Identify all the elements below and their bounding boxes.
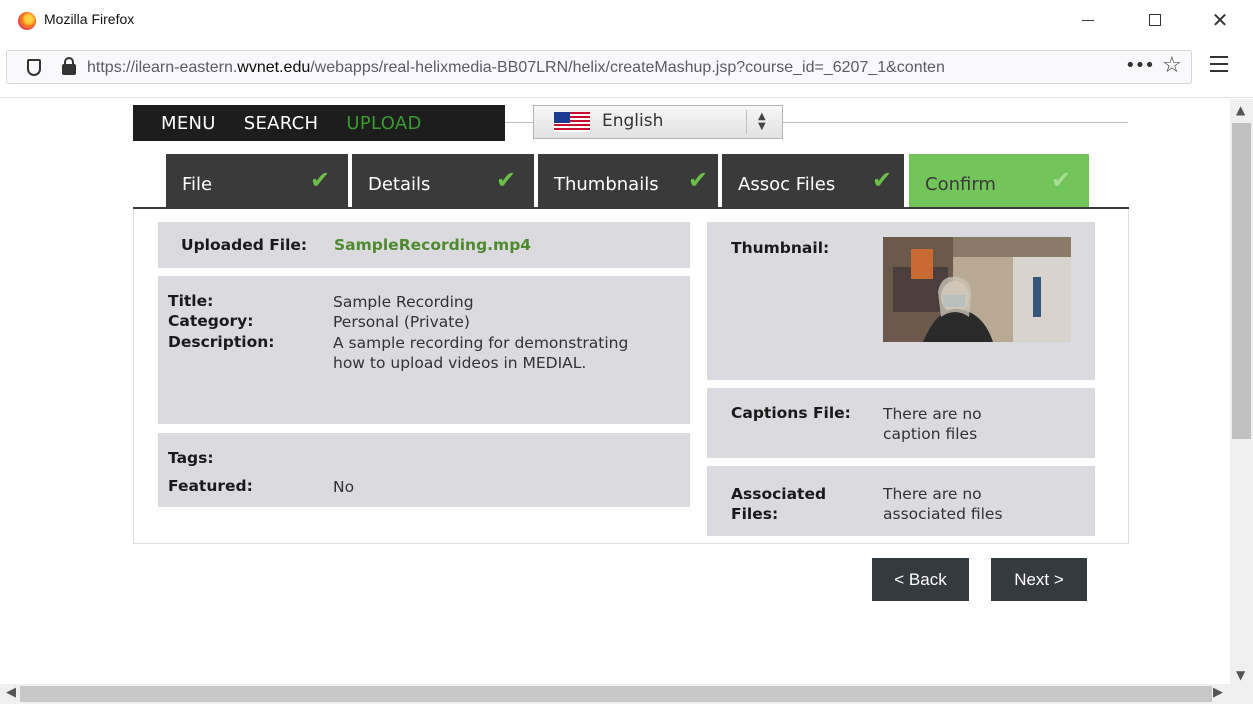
window-titlebar: Mozilla Firefox ✕ xyxy=(0,0,1253,40)
upload-link[interactable]: UPLOAD xyxy=(346,113,421,134)
check-icon: ✔ xyxy=(496,166,517,194)
featured-label: Featured: xyxy=(168,477,253,495)
scroll-left-icon[interactable]: ◀ xyxy=(6,685,16,700)
window-title: Mozilla Firefox xyxy=(44,11,135,27)
vertical-scrollbar[interactable]: ▲ ▼ xyxy=(1230,99,1253,684)
tags-box: Tags: Featured: No xyxy=(158,433,690,507)
thumbnail-image xyxy=(883,237,1071,342)
minimize-button[interactable] xyxy=(1068,8,1108,32)
tab-assoc-files[interactable]: Assoc Files ✔ xyxy=(722,154,904,208)
tab-thumbnails[interactable]: Thumbnails ✔ xyxy=(538,154,718,208)
url-text[interactable]: https://ilearn-eastern.wvnet.edu/webapps… xyxy=(87,59,945,77)
tab-label: Details xyxy=(368,174,431,195)
description-label: Description: xyxy=(168,333,275,351)
title-value: Sample Recording xyxy=(333,293,474,311)
bookmark-star-icon[interactable]: ☆ xyxy=(1162,53,1182,78)
description-value: A sample recording for demonstrating how… xyxy=(333,334,629,372)
url-prefix: https://ilearn-eastern. xyxy=(87,59,238,76)
thumbnail-photo xyxy=(883,237,1071,342)
menu-divider-line xyxy=(505,122,533,123)
horizontal-scrollbar[interactable]: ◀ ▶ xyxy=(0,684,1253,704)
uploaded-file-box: Uploaded File: SampleRecording.mp4 xyxy=(158,222,690,268)
browser-toolbar: https://ilearn-eastern.wvnet.edu/webapps… xyxy=(0,40,1253,98)
next-button[interactable]: Next > xyxy=(991,558,1087,601)
tab-label: Confirm xyxy=(925,174,996,195)
site-top-menu: MENU SEARCH UPLOAD xyxy=(133,105,505,141)
details-box: Title: Sample Recording Category: Person… xyxy=(158,276,690,424)
us-flag-icon xyxy=(554,112,590,132)
check-icon: ✔ xyxy=(872,166,893,194)
tab-label: File xyxy=(182,174,213,195)
scroll-up-icon[interactable]: ▲ xyxy=(1236,103,1245,117)
tab-label: Assoc Files xyxy=(738,174,836,195)
firefox-logo-icon xyxy=(18,12,36,30)
close-icon: ✕ xyxy=(1211,8,1229,32)
title-label: Title: xyxy=(168,292,214,310)
search-link[interactable]: SEARCH xyxy=(244,113,319,134)
tab-file[interactable]: File ✔ xyxy=(166,154,348,208)
uploaded-file-label: Uploaded File: xyxy=(181,236,308,254)
captions-box: Captions File: There are no caption file… xyxy=(707,388,1095,458)
captions-value: There are no caption files xyxy=(883,405,982,443)
tab-details[interactable]: Details ✔ xyxy=(352,154,534,208)
menu-link[interactable]: MENU xyxy=(161,113,216,134)
minimize-icon xyxy=(1082,19,1094,21)
thumbnail-label: Thumbnail: xyxy=(731,239,830,257)
menu-divider-line-right xyxy=(783,122,1128,123)
close-window-button[interactable]: ✕ xyxy=(1200,8,1240,32)
associated-files-value: There are no associated files xyxy=(883,485,1003,523)
select-arrows-icon: ▲ ▼ xyxy=(758,111,766,132)
check-icon: ✔ xyxy=(688,166,709,194)
associated-files-label: Associated Files: xyxy=(731,485,827,523)
tab-label: Thumbnails xyxy=(554,174,659,195)
maximize-button[interactable] xyxy=(1135,8,1175,32)
tracking-shield-icon[interactable] xyxy=(27,59,41,76)
scroll-down-icon[interactable]: ▼ xyxy=(1236,668,1245,682)
page-actions-icon[interactable]: ••• xyxy=(1125,55,1155,76)
scroll-right-icon[interactable]: ▶ xyxy=(1213,685,1223,700)
associated-files-box: Associated Files: There are no associate… xyxy=(707,466,1095,536)
check-icon: ✔ xyxy=(310,166,331,194)
uploaded-file-name: SampleRecording.mp4 xyxy=(334,236,532,254)
lock-icon[interactable] xyxy=(62,57,76,75)
maximize-icon xyxy=(1149,14,1161,26)
tags-label: Tags: xyxy=(168,449,214,467)
featured-value: No xyxy=(333,478,355,496)
select-divider xyxy=(746,110,747,134)
captions-label: Captions File: xyxy=(731,404,851,422)
check-icon: ✔ xyxy=(1051,166,1072,194)
url-domain: wvnet.edu xyxy=(237,59,311,76)
horizontal-scroll-thumb[interactable] xyxy=(20,686,1212,702)
category-label: Category: xyxy=(168,312,254,330)
language-select[interactable]: English ▲ ▼ xyxy=(533,105,783,139)
language-select-value: English xyxy=(602,111,664,131)
address-bar[interactable]: https://ilearn-eastern.wvnet.edu/webapps… xyxy=(6,50,1192,84)
url-path: /webapps/real-helixmedia-BB07LRN/helix/c… xyxy=(310,59,945,76)
tab-confirm[interactable]: Confirm ✔ xyxy=(909,154,1089,208)
vertical-scroll-thumb[interactable] xyxy=(1232,123,1251,439)
back-button[interactable]: < Back xyxy=(872,558,969,601)
hamburger-menu-icon[interactable] xyxy=(1210,56,1228,77)
category-value: Personal (Private) xyxy=(333,313,470,331)
